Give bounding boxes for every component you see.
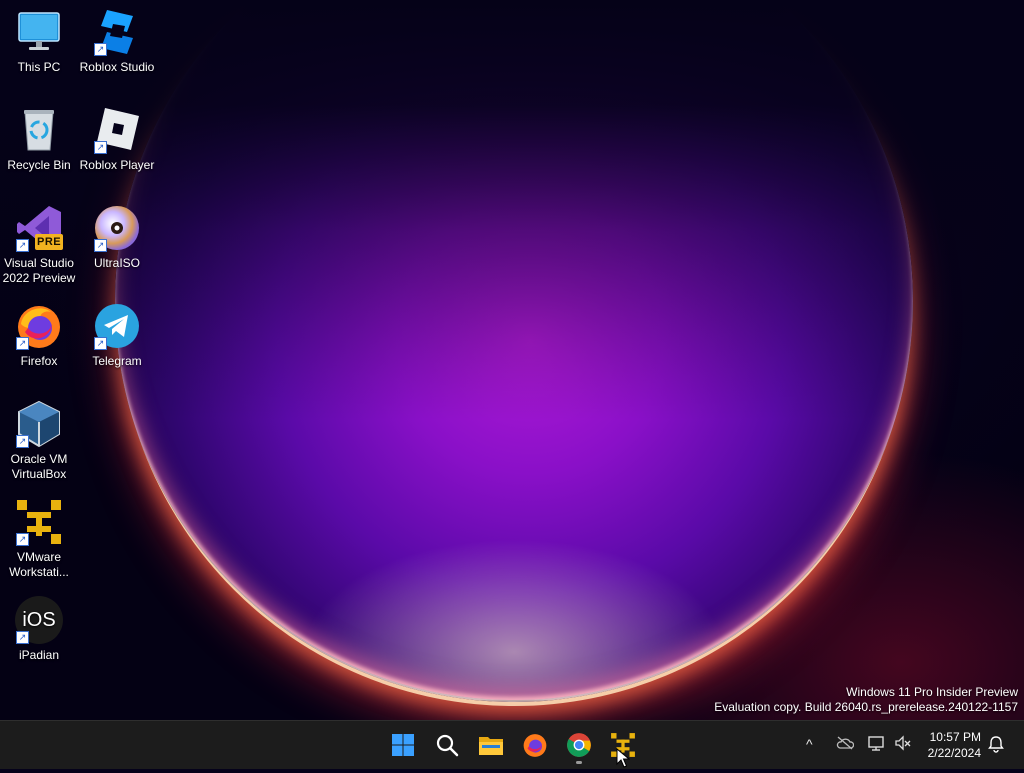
search-icon <box>436 734 459 757</box>
desktop-icon-label-line2: 2022 Preview <box>2 271 76 285</box>
taskbar-firefox[interactable] <box>515 725 555 765</box>
shortcut-arrow-icon: ↗ <box>16 631 29 644</box>
vmware-icon: ↗ <box>15 498 63 546</box>
desktop-icon-label: Firefox <box>20 354 58 368</box>
desktop-icon-label: Telegram <box>92 354 142 368</box>
firefox-icon: ↗ <box>15 302 63 350</box>
visual-studio-icon: PRE ↗ <box>15 204 63 252</box>
desktop-icon-label: Roblox Player <box>79 158 155 172</box>
desktop-icon-roblox-player[interactable]: ↗ Roblox Player <box>78 106 156 173</box>
onedrive-offline-icon[interactable] <box>836 736 855 753</box>
desktop-icon-label-line1: VMware <box>16 550 61 564</box>
clock-date: 2/22/2024 <box>927 746 981 760</box>
shortcut-arrow-icon: ↗ <box>94 337 107 350</box>
notification-bell-icon[interactable] <box>987 735 1005 758</box>
windows-start-icon <box>392 734 414 756</box>
roblox-player-icon: ↗ <box>93 106 141 154</box>
desktop-icon-this-pc[interactable]: This PC <box>0 8 78 75</box>
taskbar-start-button[interactable] <box>383 725 423 765</box>
desktop-icon-ipadian[interactable]: iOS ↗ iPadian <box>0 596 78 663</box>
folder-icon <box>479 737 503 755</box>
taskbar: ^ <box>0 720 1024 769</box>
virtualbox-icon: ↗ <box>15 400 63 448</box>
taskbar-file-explorer[interactable] <box>471 725 511 765</box>
taskbar-clock[interactable]: 10:57 PM 2/22/2024 <box>928 729 981 761</box>
volume-muted-icon[interactable] <box>894 735 912 754</box>
recycle-bin-icon <box>15 106 63 154</box>
desktop-icon-label-line2: Workstati... <box>9 565 69 579</box>
telegram-icon: ↗ <box>93 302 141 350</box>
desktop-icon-recycle-bin[interactable]: Recycle Bin <box>0 106 78 173</box>
desktop-icon-label-line1: Oracle VM <box>10 452 68 466</box>
preview-badge: PRE <box>37 236 62 248</box>
taskbar-chrome[interactable] <box>559 725 599 765</box>
ipadian-icon: iOS ↗ <box>15 596 63 644</box>
desktop-icon-label: Roblox Studio <box>79 60 155 74</box>
shortcut-arrow-icon: ↗ <box>94 141 107 154</box>
watermark-edition: Windows 11 Pro Insider Preview <box>846 685 1018 699</box>
desktop-icon-roblox-studio[interactable]: ↗ Roblox Studio <box>78 8 156 75</box>
desktop-icon-label: This PC <box>17 60 61 74</box>
watermark-build: Evaluation copy. Build 26040.rs_prerelea… <box>714 700 1018 714</box>
clock-time: 10:57 PM <box>929 730 981 744</box>
desktop-icon-label: iPadian <box>18 648 60 662</box>
desktop-icon-visual-studio[interactable]: PRE ↗ Visual Studio 2022 Preview <box>0 204 78 286</box>
desktop-icon-virtualbox[interactable]: ↗ Oracle VM VirtualBox <box>0 400 78 482</box>
ios-logo-text: iOS <box>22 608 56 631</box>
desktop-icon-ultraiso[interactable]: ↗ UltraISO <box>78 204 156 271</box>
tray-overflow-chevron[interactable]: ^ <box>806 736 813 752</box>
desktop-icon-vmware[interactable]: ↗ VMware Workstati... <box>0 498 78 580</box>
firefox-icon <box>523 734 547 757</box>
network-icon[interactable] <box>868 735 886 754</box>
shortcut-arrow-icon: ↗ <box>94 239 107 252</box>
chrome-icon <box>567 733 591 757</box>
desktop-icon-label: UltraISO <box>93 256 140 270</box>
desktop-icon-label-line2: VirtualBox <box>11 467 67 481</box>
shortcut-arrow-icon: ↗ <box>16 337 29 350</box>
monitor-icon <box>15 8 63 56</box>
desktop-icon-firefox[interactable]: ↗ Firefox <box>0 302 78 369</box>
ultraiso-disc-icon: ↗ <box>93 204 141 252</box>
desktop-icon-label: Recycle Bin <box>7 158 71 172</box>
desktop-icon-telegram[interactable]: ↗ Telegram <box>78 302 156 369</box>
shortcut-arrow-icon: ↗ <box>16 533 29 546</box>
roblox-studio-icon: ↗ <box>93 8 141 56</box>
taskbar-search-button[interactable] <box>427 725 467 765</box>
windows-watermark: Windows 11 Pro Insider Preview Evaluatio… <box>714 685 1018 715</box>
desktop-icon-label-line1: Visual Studio <box>4 256 74 270</box>
shortcut-arrow-icon: ↗ <box>16 435 29 448</box>
shortcut-arrow-icon: ↗ <box>94 43 107 56</box>
mouse-cursor-icon <box>616 747 631 773</box>
shortcut-arrow-icon: ↗ <box>16 239 29 252</box>
